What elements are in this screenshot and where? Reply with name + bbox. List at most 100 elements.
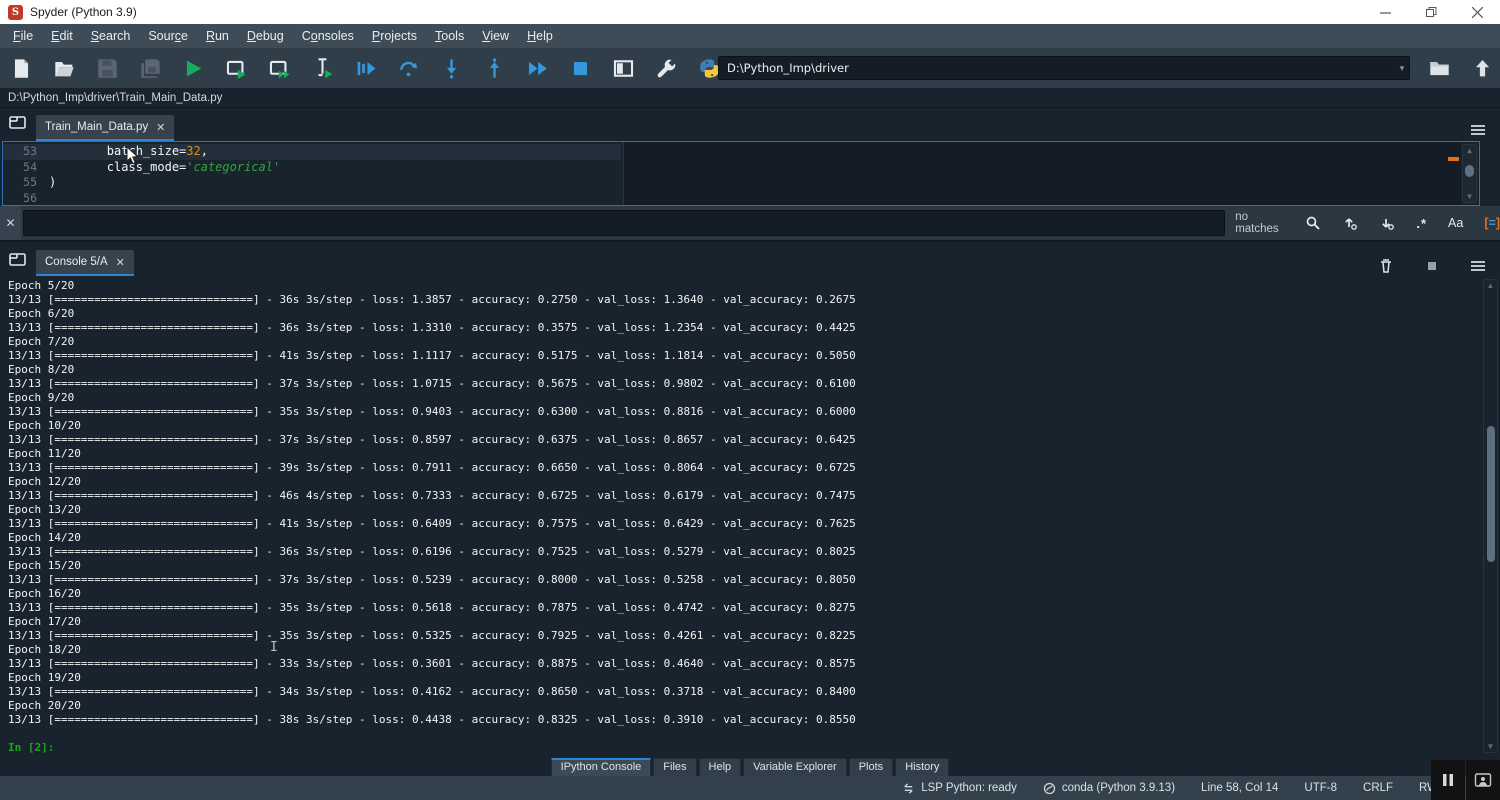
epoch-progress-line: 13/13 [==============================] -… — [8, 601, 1500, 615]
working-directory-combo: ▾ — [718, 56, 1410, 80]
epoch-header-line: Epoch 9/20 — [8, 391, 1500, 405]
conda-icon — [1043, 782, 1056, 795]
epoch-header-line: Epoch 16/20 — [8, 587, 1500, 601]
code-line: 54 class_mode='categorical' — [3, 160, 1479, 176]
menu-run[interactable]: Run — [197, 26, 238, 46]
epoch-header-line: Epoch 18/20 — [8, 643, 1500, 657]
maximize-icon — [613, 58, 634, 79]
menu-search[interactable]: Search — [82, 26, 140, 46]
python-icon — [699, 58, 720, 79]
epoch-progress-line: 13/13 [==============================] -… — [8, 293, 1500, 307]
browse-directory-button[interactable] — [1418, 50, 1461, 86]
plugin-tab-variable-explorer[interactable]: Variable Explorer — [743, 758, 847, 776]
epoch-progress-line: 13/13 [==============================] -… — [8, 489, 1500, 503]
save-all-button[interactable] — [129, 50, 172, 86]
menu-source[interactable]: Source — [139, 26, 197, 46]
editor-tab-bar: Train_Main_Data.py ✕ — [0, 108, 1500, 141]
console-scrollbar[interactable]: ▲ ▼ — [1483, 279, 1498, 753]
find-next-icon[interactable] — [1379, 215, 1395, 231]
line-number: 56 — [3, 191, 49, 207]
working-directory-dropdown-icon[interactable]: ▾ — [1395, 63, 1409, 74]
menu-view[interactable]: View — [473, 26, 518, 46]
menu-tools[interactable]: Tools — [426, 26, 473, 46]
plugin-tab-files[interactable]: Files — [653, 758, 696, 776]
debug-step-over-button[interactable] — [387, 50, 430, 86]
plugin-tab-history[interactable]: History — [895, 758, 949, 776]
restore-button[interactable] — [1408, 0, 1454, 24]
plugin-tab-help[interactable]: Help — [699, 758, 742, 776]
find-previous-icon[interactable] — [1342, 215, 1358, 231]
close-button[interactable] — [1454, 0, 1500, 24]
editor-scrollbar-thumb[interactable] — [1465, 165, 1474, 177]
plugin-tab-plots[interactable]: Plots — [849, 758, 893, 776]
recorder-overlay — [1431, 760, 1500, 800]
editor-tab-close-icon[interactable]: ✕ — [156, 121, 165, 134]
editor-scrollbar[interactable]: ▲ ▼ — [1462, 144, 1477, 203]
epoch-header-line: Epoch 11/20 — [8, 447, 1500, 461]
pause-recording-button[interactable] — [1431, 760, 1465, 800]
plugin-tab-bar: IPython ConsoleFilesHelpVariable Explore… — [0, 756, 1500, 776]
console-output[interactable]: Epoch 5/2013/13 [=======================… — [0, 276, 1500, 756]
code-editor[interactable]: 53 batch_size=32,54 class_mode='categori… — [2, 141, 1480, 206]
epoch-header-line: Epoch 14/20 — [8, 531, 1500, 545]
find-input[interactable] — [23, 210, 1225, 236]
working-directory-input[interactable] — [719, 61, 1395, 75]
highlight-matches-toggle-icon[interactable]: [=] — [1484, 216, 1500, 230]
minimize-button[interactable] — [1362, 0, 1408, 24]
parent-directory-button[interactable] — [1461, 50, 1500, 86]
spyder-logo-icon: S — [8, 5, 23, 20]
debug-step-out-button[interactable] — [473, 50, 516, 86]
console-tab-bar: Console 5/A ✕ — [0, 240, 1500, 276]
debug-file-button[interactable] — [344, 50, 387, 86]
breadcrumb: D:\Python_Imp\driver\Train_Main_Data.py — [0, 88, 1500, 108]
epoch-header-line: Epoch 13/20 — [8, 503, 1500, 517]
epoch-progress-line: 13/13 [==============================] -… — [8, 517, 1500, 531]
maximize-pane-button[interactable] — [602, 50, 645, 86]
run-cell-advance-button[interactable] — [258, 50, 301, 86]
preferences-button[interactable] — [645, 50, 688, 86]
webcam-toggle-button[interactable] — [1466, 760, 1500, 800]
epoch-progress-line: 13/13 [==============================] -… — [8, 713, 1500, 727]
save-button[interactable] — [86, 50, 129, 86]
debug-step-into-button[interactable] — [430, 50, 473, 86]
find-status: no matches — [1235, 211, 1284, 235]
text-cursor: I — [270, 640, 278, 655]
epoch-header-line: Epoch 8/20 — [8, 363, 1500, 377]
console-tab-close-icon[interactable]: ✕ — [116, 256, 125, 269]
console-prompt[interactable]: In [2]: — [8, 741, 1500, 755]
epoch-progress-line: 13/13 [==============================] -… — [8, 433, 1500, 447]
search-icon[interactable] — [1305, 215, 1321, 231]
open-file-button[interactable] — [43, 50, 86, 86]
menu-edit[interactable]: Edit — [42, 26, 82, 46]
run-selection-button[interactable] — [301, 50, 344, 86]
menu-projects[interactable]: Projects — [363, 26, 426, 46]
menu-help[interactable]: Help — [518, 26, 562, 46]
plugin-tab-ipython-console[interactable]: IPython Console — [551, 758, 652, 776]
epoch-progress-line: 13/13 [==============================] -… — [8, 629, 1500, 643]
run-cell-button[interactable] — [215, 50, 258, 86]
step-over-icon — [398, 58, 419, 79]
console-browse-tabs-icon[interactable] — [9, 252, 26, 272]
editor-tab[interactable]: Train_Main_Data.py ✕ — [36, 115, 174, 141]
interpreter-status: conda (Python 3.9.13) — [1043, 782, 1175, 795]
debug-stop-button[interactable] — [559, 50, 602, 86]
epoch-header-line: Epoch 7/20 — [8, 335, 1500, 349]
editor-options-menu-icon[interactable] — [1470, 122, 1486, 143]
menu-debug[interactable]: Debug — [238, 26, 293, 46]
find-close-button[interactable]: ✕ — [0, 206, 21, 240]
epoch-progress-line: 13/13 [==============================] -… — [8, 545, 1500, 559]
epoch-header-line: Epoch 20/20 — [8, 699, 1500, 713]
run-file-button[interactable] — [172, 50, 215, 86]
epoch-header-line: Epoch 15/20 — [8, 559, 1500, 573]
console-tab[interactable]: Console 5/A ✕ — [36, 250, 134, 276]
browse-tabs-icon[interactable] — [9, 115, 26, 135]
run-cell-icon — [226, 58, 247, 79]
regex-toggle-icon[interactable]: .* — [1416, 216, 1427, 231]
menu-file[interactable]: File — [4, 26, 42, 46]
console-scrollbar-thumb[interactable] — [1487, 426, 1495, 562]
menu-consoles[interactable]: Consoles — [293, 26, 363, 46]
new-file-button[interactable] — [0, 50, 43, 86]
case-sensitive-toggle-icon[interactable]: Aa — [1448, 216, 1463, 230]
debug-continue-button[interactable] — [516, 50, 559, 86]
main-toolbar: ▾ — [0, 48, 1500, 88]
